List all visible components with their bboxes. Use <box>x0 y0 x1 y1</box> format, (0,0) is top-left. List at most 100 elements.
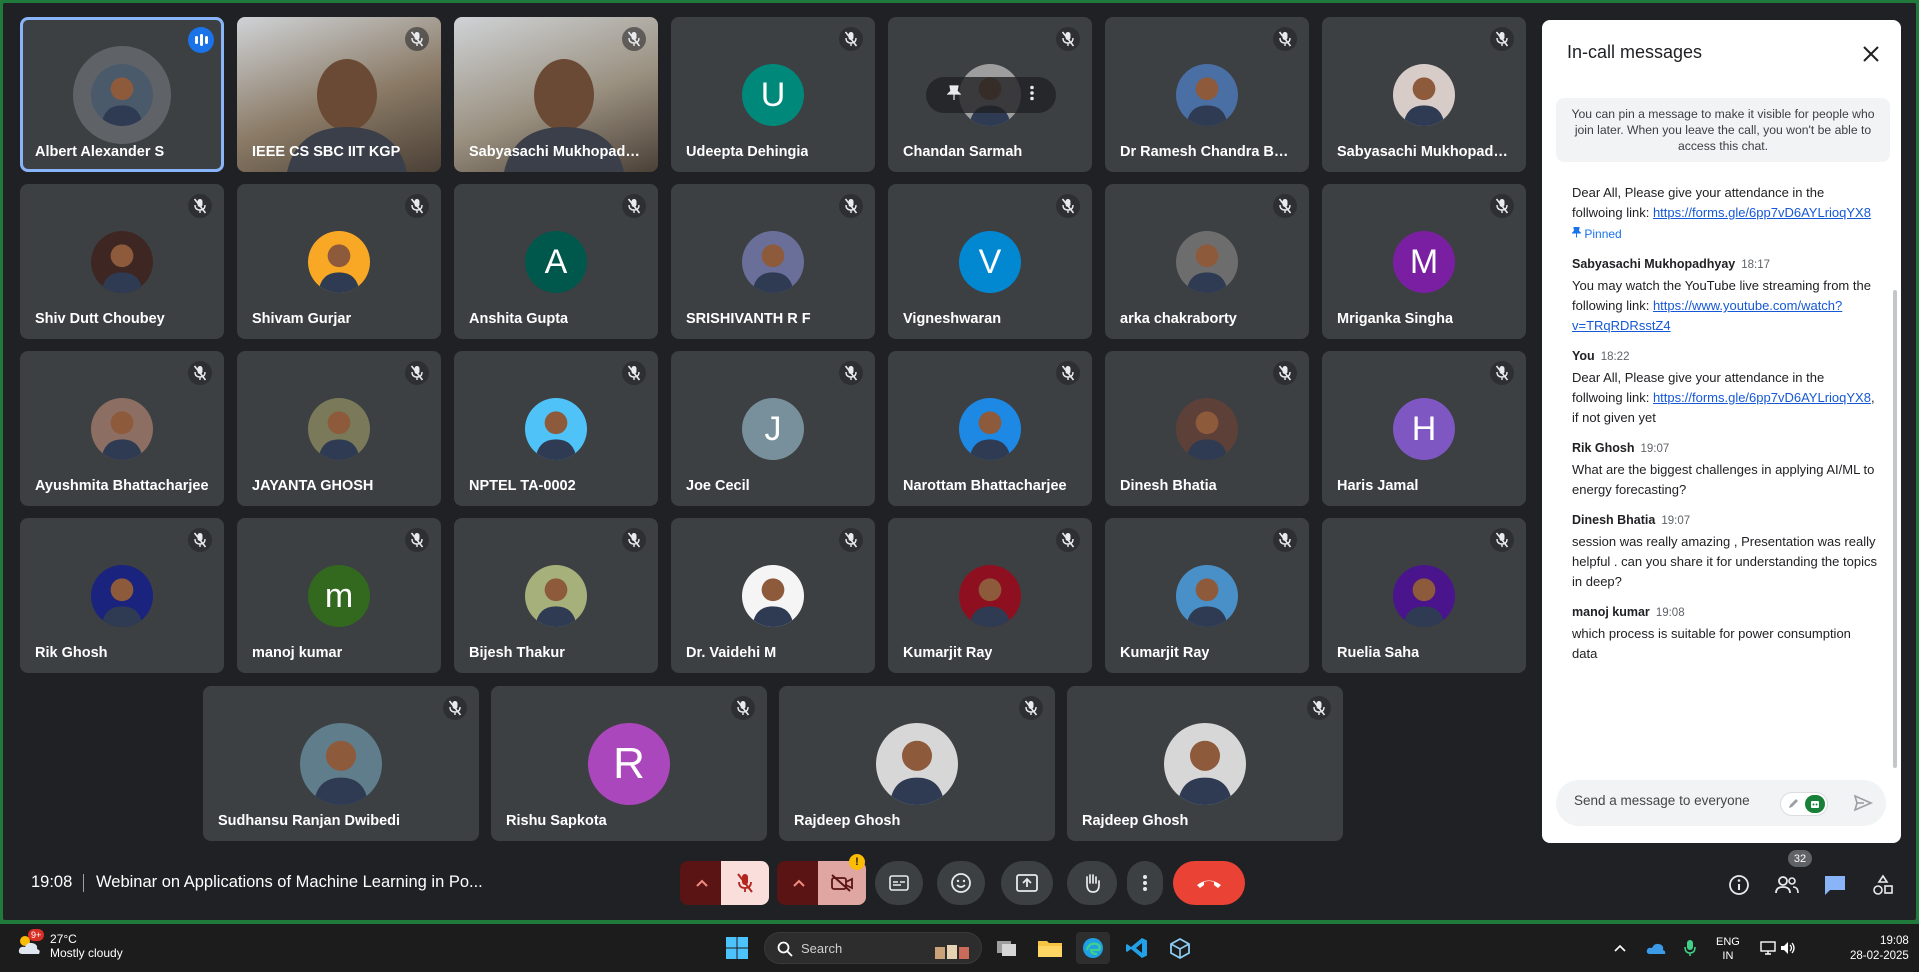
chat-timestamp: 19:07 <box>1661 515 1691 527</box>
send-button[interactable] <box>1850 790 1876 816</box>
onedrive-button[interactable] <box>1644 932 1668 964</box>
participant-tile[interactable]: Dr Ramesh Chandra Bor... <box>1105 17 1309 172</box>
chat-sender: Dinesh Bhatia <box>1572 513 1656 527</box>
volume-tray-button[interactable] <box>1776 932 1800 964</box>
chat-assist-toggle[interactable] <box>1780 792 1828 816</box>
taskbar-clock[interactable]: 19:08 28-02-2025 <box>1850 934 1909 964</box>
muted-indicator <box>188 194 212 218</box>
participant-tile[interactable]: R Rishu Sapkota <box>491 686 767 841</box>
chat-message: Sabyasachi Mukhopadhyay 18:17 You may watc… <box>1572 254 1877 336</box>
leave-call-button[interactable] <box>1173 861 1245 905</box>
participant-tile[interactable]: m manoj kumar <box>237 518 441 673</box>
chat-timestamp: 19:07 <box>1640 443 1670 455</box>
muted-indicator <box>1273 27 1297 51</box>
microphone-tray-button[interactable] <box>1678 932 1702 964</box>
participant-tile[interactable]: Sabyasachi Mukhopadh... <box>1322 17 1526 172</box>
present-screen-button[interactable] <box>1001 861 1053 905</box>
participant-tile[interactable]: Kumarjit Ray <box>888 518 1092 673</box>
participant-tile[interactable]: A Anshita Gupta <box>454 184 658 339</box>
captions-button[interactable] <box>875 861 923 905</box>
pin-icon <box>1571 227 1582 238</box>
participant-tile[interactable]: U Udeepta Dehingia <box>671 17 875 172</box>
task-view-button[interactable] <box>990 932 1024 964</box>
participant-name: IEEE CS SBC IIT KGP <box>252 144 401 160</box>
participant-tile[interactable]: Chandan Sarmah <box>888 17 1092 172</box>
participant-name: NPTEL TA-0002 <box>469 478 576 494</box>
start-button[interactable] <box>720 932 754 964</box>
pin-button[interactable] <box>946 84 962 106</box>
input-language-indicator[interactable]: ENG IN <box>1716 935 1740 963</box>
participant-avatar <box>91 565 153 627</box>
chat-icon <box>1825 876 1845 895</box>
app-3d-button[interactable] <box>1163 932 1197 964</box>
people-button[interactable] <box>1769 867 1805 903</box>
vscode-icon <box>1126 938 1147 958</box>
reactions-button[interactable] <box>937 861 985 905</box>
raise-hand-button[interactable] <box>1067 861 1117 905</box>
close-chat-button[interactable] <box>1857 40 1885 68</box>
close-icon <box>1863 46 1879 62</box>
participant-tile[interactable]: Kumarjit Ray <box>1105 518 1309 673</box>
chat-link[interactable]: https://forms.gle/6pp7vD6AYLrioqYX8 <box>1653 390 1871 405</box>
camera-off-icon <box>831 874 853 892</box>
mic-off-icon <box>1061 365 1075 381</box>
meeting-details-button[interactable] <box>1721 867 1757 903</box>
participant-tile[interactable]: Ayushmita Bhattacharjee <box>20 351 224 506</box>
send-icon <box>1853 794 1873 812</box>
tile-more-button[interactable] <box>1029 85 1035 106</box>
mic-off-icon <box>844 198 858 214</box>
participant-tile[interactable]: Dinesh Bhatia <box>1105 351 1309 506</box>
participant-tile[interactable]: Ruelia Saha <box>1322 518 1526 673</box>
participant-tile[interactable]: Rajdeep Ghosh <box>779 686 1055 841</box>
participant-name: SRISHIVANTH R F <box>686 311 811 327</box>
participant-tile[interactable]: V Vigneshwaran <box>888 184 1092 339</box>
mic-off-icon <box>844 532 858 548</box>
participant-tile[interactable]: NPTEL TA-0002 <box>454 351 658 506</box>
participant-tile[interactable]: Shivam Gurjar <box>237 184 441 339</box>
participant-tile[interactable]: Rik Ghosh <box>20 518 224 673</box>
meeting-time: 19:08 <box>31 873 73 891</box>
chat-message-input[interactable] <box>1574 793 1774 808</box>
participant-name: Narottam Bhattacharjee <box>903 478 1067 494</box>
participant-avatar <box>1164 723 1246 805</box>
video-options-button[interactable] <box>777 861 821 905</box>
muted-indicator <box>188 528 212 552</box>
participant-tile[interactable]: arka chakraborty <box>1105 184 1309 339</box>
participant-tile[interactable]: Shiv Dutt Choubey <box>20 184 224 339</box>
weather-widget[interactable]: 9+ 27°C Mostly cloudy <box>16 929 123 960</box>
vscode-button[interactable] <box>1120 932 1154 964</box>
participant-name: Bijesh Thakur <box>469 645 565 661</box>
participant-tile[interactable]: Dr. Vaidehi M <box>671 518 875 673</box>
participant-name: JAYANTA GHOSH <box>252 478 374 494</box>
microphone-toggle-button[interactable] <box>721 861 769 905</box>
participant-tile[interactable]: Narottam Bhattacharjee <box>888 351 1092 506</box>
pinned-indicator[interactable]: Pinned <box>1571 224 1877 244</box>
participant-tile[interactable]: Sabyasachi Mukhopadh... <box>454 17 658 172</box>
taskbar-search[interactable]: Search <box>764 932 982 964</box>
participant-tile[interactable]: JAYANTA GHOSH <box>237 351 441 506</box>
windows-logo-icon <box>726 937 748 959</box>
audio-options-button[interactable] <box>680 861 724 905</box>
participant-tile[interactable]: Albert Alexander S <box>20 17 224 172</box>
chat-title: In-call messages <box>1567 42 1703 62</box>
chat-link[interactable]: https://forms.gle/6pp7vD6AYLrioqYX8 <box>1653 205 1871 220</box>
muted-indicator <box>405 27 429 51</box>
participant-tile[interactable]: Rajdeep Ghosh <box>1067 686 1343 841</box>
tray-overflow-button[interactable] <box>1608 932 1632 964</box>
chat-message-body: You may watch the YouTube live streaming… <box>1572 276 1877 336</box>
participant-tile[interactable]: SRISHIVANTH R F <box>671 184 875 339</box>
participant-tile[interactable]: J Joe Cecil <box>671 351 875 506</box>
participant-tile[interactable]: IEEE CS SBC IIT KGP <box>237 17 441 172</box>
file-explorer-button[interactable] <box>1033 932 1067 964</box>
activities-button[interactable] <box>1865 867 1901 903</box>
chat-scrollbar[interactable] <box>1893 290 1897 768</box>
chat-button[interactable] <box>1817 867 1853 903</box>
edge-browser-button[interactable] <box>1076 932 1110 964</box>
participant-tile[interactable]: H Haris Jamal <box>1322 351 1526 506</box>
participant-tile[interactable]: M Mriganka Singha <box>1322 184 1526 339</box>
chat-message-body: Dear All, Please give your attendance in… <box>1572 183 1877 223</box>
participant-tile[interactable]: Bijesh Thakur <box>454 518 658 673</box>
participant-name: arka chakraborty <box>1120 311 1237 327</box>
more-options-button[interactable] <box>1127 861 1163 905</box>
participant-tile[interactable]: Sudhansu Ranjan Dwibedi <box>203 686 479 841</box>
